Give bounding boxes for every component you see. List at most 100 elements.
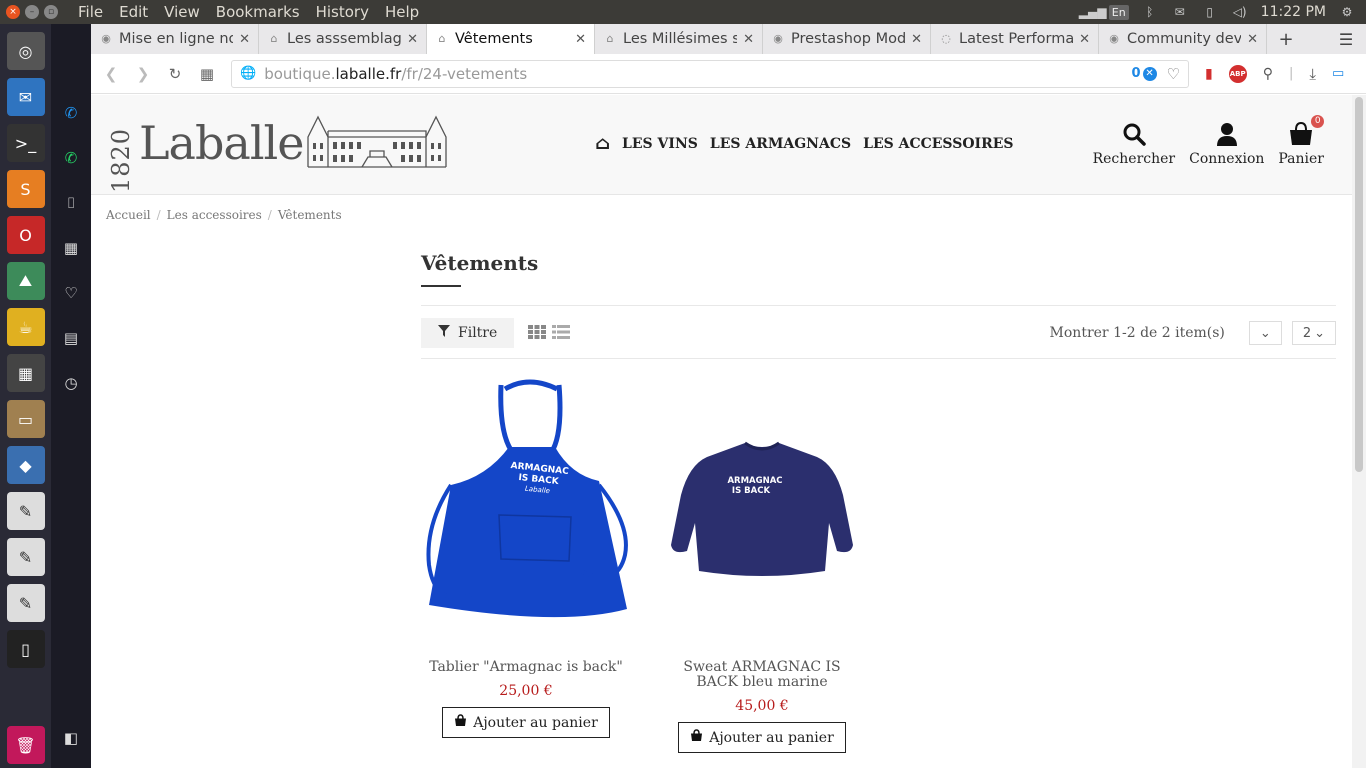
menu-history[interactable]: History bbox=[308, 3, 377, 21]
product-image-apron[interactable]: ARMAGNAC IS BACK Laballe bbox=[421, 375, 631, 645]
whatsapp-icon[interactable]: ✆ bbox=[60, 147, 82, 169]
add-to-cart-button[interactable]: Ajouter au panier bbox=[678, 722, 846, 753]
chevron-down-icon: ⌄ bbox=[1259, 325, 1271, 341]
address-bar[interactable]: 🌐 boutique.laballe.fr/fr/24-vetements 0 … bbox=[231, 59, 1189, 88]
terminal-icon[interactable]: >_ bbox=[6, 124, 45, 162]
reload-icon[interactable]: ↻ bbox=[159, 65, 191, 83]
history-clock-icon[interactable]: ◷ bbox=[60, 372, 82, 394]
nav-les-armagnacs[interactable]: LES ARMAGNACS bbox=[710, 136, 851, 152]
snapshot-camera-icon[interactable]: ⌷ bbox=[60, 192, 82, 214]
close-tab-icon[interactable]: ✕ bbox=[743, 32, 754, 47]
sublime-text-icon[interactable]: S bbox=[6, 170, 45, 208]
filter-button[interactable]: Filtre bbox=[421, 318, 515, 348]
nav-les-accessoires[interactable]: LES ACCESSOIRES bbox=[863, 136, 1013, 152]
product-name[interactable]: Sweat ARMAGNAC IS BACK bleu marine bbox=[662, 660, 862, 690]
per-page-select[interactable]: 2 ⌄ bbox=[1291, 321, 1336, 345]
mail-icon[interactable]: ✉ bbox=[1171, 4, 1189, 20]
sort-select[interactable]: ⌄ bbox=[1248, 321, 1282, 345]
nav-les-vins[interactable]: LES VINS bbox=[622, 136, 698, 152]
breadcrumb-les-accessoires[interactable]: Les accessoires bbox=[167, 208, 262, 222]
network-signal-icon[interactable]: ▂▄▆ bbox=[1079, 4, 1107, 20]
list-view-icon[interactable] bbox=[552, 324, 571, 343]
breadcrumb-accueil[interactable]: Accueil bbox=[106, 208, 151, 222]
tab-prestashop-mod[interactable]: ◉ Prestashop Mod ✕ bbox=[763, 24, 931, 54]
back-icon[interactable]: ❮ bbox=[95, 65, 127, 83]
tab-millesimes[interactable]: ⌂ Les Millésimes s ✕ bbox=[595, 24, 763, 54]
adblock-plus-icon[interactable]: ABP bbox=[1228, 64, 1247, 83]
login-button[interactable]: Connexion bbox=[1189, 117, 1264, 167]
add-to-cart-button[interactable]: Ajouter au panier bbox=[442, 707, 610, 738]
menu-help[interactable]: Help bbox=[377, 3, 427, 21]
inspector-extension-icon[interactable]: ⚲ bbox=[1263, 66, 1273, 82]
menu-view[interactable]: View bbox=[156, 3, 208, 21]
messenger-icon[interactable]: ✆ bbox=[60, 102, 82, 124]
close-tab-icon[interactable]: ✕ bbox=[407, 32, 418, 47]
tab-vetements[interactable]: ⌂ Vêtements ✕ bbox=[427, 24, 595, 54]
script-app-icon-2[interactable]: ✎ bbox=[6, 538, 45, 576]
window-maximize-button[interactable]: ▫ bbox=[44, 5, 58, 19]
clock[interactable]: 11:22 PM bbox=[1261, 4, 1326, 20]
window-close-button[interactable]: × bbox=[6, 5, 20, 19]
news-icon[interactable]: ▤ bbox=[60, 327, 82, 349]
window-minimize-button[interactable]: – bbox=[25, 5, 39, 19]
mail-client-icon[interactable]: ✉ bbox=[6, 78, 45, 116]
page-scrollbar[interactable] bbox=[1352, 95, 1366, 768]
divider bbox=[421, 358, 1336, 359]
tab-assemblages[interactable]: ⌂ Les asssemblage ✕ bbox=[259, 24, 427, 54]
pdf-extension-icon[interactable]: ▮ bbox=[1205, 66, 1213, 82]
battery-saver-icon[interactable]: ▭ bbox=[1332, 66, 1344, 81]
files-icon[interactable]: ▭ bbox=[6, 400, 45, 438]
forward-icon[interactable]: ❯ bbox=[127, 65, 159, 83]
tab-menu-icon[interactable]: ☰ bbox=[1326, 24, 1366, 54]
webpage: 1820 Laballe ⌂ LES VINS LES ARMAGNACS LE… bbox=[91, 95, 1352, 768]
bluetooth-icon[interactable]: ᛒ bbox=[1141, 4, 1159, 20]
new-tab-button[interactable]: + bbox=[1267, 24, 1305, 54]
speed-dial-icon[interactable]: ▦ bbox=[60, 237, 82, 259]
tab-mise-en-ligne[interactable]: ◉ Mise en ligne no ✕ bbox=[91, 24, 259, 54]
product-image-sweat[interactable]: ARMAGNAC IS BACK bbox=[657, 375, 867, 645]
close-tab-icon[interactable]: ✕ bbox=[1247, 32, 1258, 47]
search-button[interactable]: Rechercher bbox=[1093, 117, 1175, 167]
globe-icon: 🌐 bbox=[240, 66, 257, 81]
bookmark-heart-icon[interactable]: ♡ bbox=[1167, 65, 1180, 83]
close-tab-icon[interactable]: ✕ bbox=[1079, 32, 1090, 47]
keyboard-language-indicator[interactable]: En bbox=[1108, 4, 1129, 20]
calculator-icon[interactable]: ▦ bbox=[6, 354, 45, 392]
menu-file[interactable]: File bbox=[70, 3, 111, 21]
blocker-icon[interactable]: ✕ bbox=[1142, 66, 1157, 81]
opera-browser-icon[interactable]: O bbox=[6, 216, 45, 254]
cart-button[interactable]: 0 Panier bbox=[1278, 115, 1325, 167]
script-app-icon-3[interactable]: ✎ bbox=[6, 584, 45, 622]
close-tab-icon[interactable]: ✕ bbox=[239, 32, 250, 47]
volume-icon[interactable]: ◁) bbox=[1231, 4, 1249, 20]
close-tab-icon[interactable]: ✕ bbox=[911, 32, 922, 47]
url-text[interactable]: boutique.laballe.fr/fr/24-vetements bbox=[264, 65, 1131, 83]
home-icon[interactable]: ⌂ bbox=[595, 133, 610, 154]
browser-sidebar: ✆ ✆ ⌷ ▦ ♡ ▤ ◷ ◧ bbox=[51, 24, 91, 768]
phone-emulator-icon[interactable]: ▯ bbox=[6, 630, 45, 668]
trash-icon[interactable]: 🗑 bbox=[6, 726, 45, 764]
product-name[interactable]: Tablier "Armagnac is back" bbox=[426, 660, 626, 675]
ubuntu-dash-icon[interactable]: ◎ bbox=[6, 32, 45, 70]
bookmarks-heart-icon[interactable]: ♡ bbox=[60, 282, 82, 304]
system-monitor-icon[interactable]: ⛰ bbox=[6, 262, 45, 300]
tracker-count[interactable]: 0 bbox=[1132, 66, 1141, 81]
speed-dial-grid-icon[interactable]: ▦ bbox=[191, 65, 223, 83]
close-tab-icon[interactable]: ✕ bbox=[575, 32, 586, 47]
tab-community-dev[interactable]: ◉ Community deve ✕ bbox=[1099, 24, 1267, 54]
tab-latest-performance[interactable]: ◌ Latest Performa ✕ bbox=[931, 24, 1099, 54]
sidebar-toggle-icon[interactable]: ◧ bbox=[60, 727, 82, 749]
power-settings-icon[interactable]: ⚙ bbox=[1338, 4, 1356, 20]
breadcrumb-vetements[interactable]: Vêtements bbox=[278, 208, 342, 222]
script-app-icon[interactable]: ✎ bbox=[6, 492, 45, 530]
scrollbar-thumb[interactable] bbox=[1355, 97, 1363, 472]
downloads-icon[interactable]: ⤓ bbox=[1309, 65, 1316, 83]
grid-view-icon[interactable] bbox=[528, 324, 547, 343]
virtualbox-icon[interactable]: ◆ bbox=[6, 446, 45, 484]
battery-icon[interactable]: ▯ bbox=[1201, 4, 1219, 20]
menu-bookmarks[interactable]: Bookmarks bbox=[208, 3, 308, 21]
site-logo[interactable]: 1820 Laballe bbox=[107, 113, 448, 193]
title-underline bbox=[421, 285, 461, 287]
menu-edit[interactable]: Edit bbox=[111, 3, 156, 21]
teapot-app-icon[interactable]: ☕ bbox=[6, 308, 45, 346]
